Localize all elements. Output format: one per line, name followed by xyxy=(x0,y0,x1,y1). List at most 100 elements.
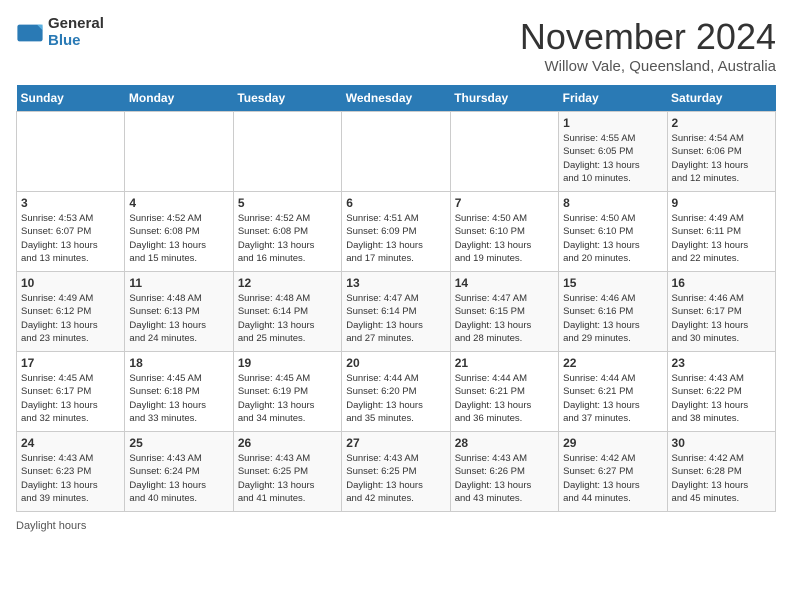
day-info: Sunrise: 4:45 AM Sunset: 6:19 PM Dayligh… xyxy=(238,372,337,425)
calendar-cell: 19Sunrise: 4:45 AM Sunset: 6:19 PM Dayli… xyxy=(233,352,341,432)
day-number: 11 xyxy=(129,276,228,290)
day-number: 15 xyxy=(563,276,662,290)
weekday-header-saturday: Saturday xyxy=(667,85,775,112)
day-number: 18 xyxy=(129,356,228,370)
weekday-header-wednesday: Wednesday xyxy=(342,85,450,112)
day-info: Sunrise: 4:43 AM Sunset: 6:23 PM Dayligh… xyxy=(21,452,120,505)
daylight-hours-legend: Daylight hours xyxy=(16,520,86,532)
day-number: 24 xyxy=(21,436,120,450)
day-info: Sunrise: 4:44 AM Sunset: 6:21 PM Dayligh… xyxy=(455,372,554,425)
week-row-5: 24 Sunrise: 4:43 AM Sunset: 6:23 PM Dayli… xyxy=(17,432,776,512)
day-number: 3 xyxy=(21,196,120,210)
calendar-cell: 27 Sunrise: 4:43 AM Sunset: 6:25 PM Dayli… xyxy=(342,432,450,512)
day-info: Sunrise: 4:51 AM Sunset: 6:09 PM Dayligh… xyxy=(346,212,445,265)
week-row-2: 3 Sunrise: 4:53 AM Sunset: 6:07 PM Daylig… xyxy=(17,192,776,272)
calendar-cell: 17Sunrise: 4:45 AM Sunset: 6:17 PM Dayli… xyxy=(17,352,125,432)
day-number: 5 xyxy=(238,196,337,210)
header: General Blue November 2024 Willow Vale, … xyxy=(16,16,776,75)
logo-text: General Blue xyxy=(48,16,104,49)
day-info: Sunrise: 4:47 AM Sunset: 6:15 PM Dayligh… xyxy=(455,292,554,345)
day-number: 21 xyxy=(455,356,554,370)
calendar-cell: 11 Sunrise: 4:48 AM Sunset: 6:13 PM Dayli… xyxy=(125,272,233,352)
month-title: November 2024 xyxy=(520,16,776,58)
calendar-cell: 21 Sunrise: 4:44 AM Sunset: 6:21 PM Dayli… xyxy=(450,352,558,432)
calendar-cell: 3 Sunrise: 4:53 AM Sunset: 6:07 PM Daylig… xyxy=(17,192,125,272)
logo-blue-text: Blue xyxy=(48,33,104,50)
day-info: Sunrise: 4:44 AM Sunset: 6:21 PM Dayligh… xyxy=(563,372,662,425)
weekday-header-tuesday: Tuesday xyxy=(233,85,341,112)
day-info: Sunrise: 4:53 AM Sunset: 6:07 PM Dayligh… xyxy=(21,212,120,265)
calendar-cell: 2Sunrise: 4:54 AM Sunset: 6:06 PM Daylig… xyxy=(667,112,775,192)
calendar-cell: 29 Sunrise: 4:42 AM Sunset: 6:27 PM Dayli… xyxy=(559,432,667,512)
location-subtitle: Willow Vale, Queensland, Australia xyxy=(520,58,776,75)
day-info: Sunrise: 4:52 AM Sunset: 6:08 PM Dayligh… xyxy=(238,212,337,265)
weekday-header-sunday: Sunday xyxy=(17,85,125,112)
day-number: 14 xyxy=(455,276,554,290)
day-number: 16 xyxy=(672,276,771,290)
calendar-cell: 16 Sunrise: 4:46 AM Sunset: 6:17 PM Dayli… xyxy=(667,272,775,352)
day-info: Sunrise: 4:42 AM Sunset: 6:27 PM Dayligh… xyxy=(563,452,662,505)
day-info: Sunrise: 4:43 AM Sunset: 6:26 PM Dayligh… xyxy=(455,452,554,505)
day-number: 25 xyxy=(129,436,228,450)
title-area: November 2024 Willow Vale, Queensland, A… xyxy=(520,16,776,75)
calendar-cell xyxy=(17,112,125,192)
logo: General Blue xyxy=(16,16,104,49)
day-info: Sunrise: 4:44 AM Sunset: 6:20 PM Dayligh… xyxy=(346,372,445,425)
day-info: Sunrise: 4:50 AM Sunset: 6:10 PM Dayligh… xyxy=(563,212,662,265)
day-number: 29 xyxy=(563,436,662,450)
day-number: 7 xyxy=(455,196,554,210)
calendar-cell: 10Sunrise: 4:49 AM Sunset: 6:12 PM Dayli… xyxy=(17,272,125,352)
day-number: 23 xyxy=(672,356,771,370)
calendar-cell: 7Sunrise: 4:50 AM Sunset: 6:10 PM Daylig… xyxy=(450,192,558,272)
weekday-header-friday: Friday xyxy=(559,85,667,112)
calendar-cell: 6Sunrise: 4:51 AM Sunset: 6:09 PM Daylig… xyxy=(342,192,450,272)
logo-icon xyxy=(16,19,44,47)
week-row-1: 1 Sunrise: 4:55 AM Sunset: 6:05 PM Daylig… xyxy=(17,112,776,192)
day-number: 27 xyxy=(346,436,445,450)
day-info: Sunrise: 4:49 AM Sunset: 6:11 PM Dayligh… xyxy=(672,212,771,265)
day-info: Sunrise: 4:47 AM Sunset: 6:14 PM Dayligh… xyxy=(346,292,445,345)
week-row-4: 17Sunrise: 4:45 AM Sunset: 6:17 PM Dayli… xyxy=(17,352,776,432)
day-info: Sunrise: 4:43 AM Sunset: 6:25 PM Dayligh… xyxy=(238,452,337,505)
calendar-cell: 4 Sunrise: 4:52 AM Sunset: 6:08 PM Daylig… xyxy=(125,192,233,272)
day-number: 1 xyxy=(563,116,662,130)
day-number: 9 xyxy=(672,196,771,210)
calendar-cell: 20 Sunrise: 4:44 AM Sunset: 6:20 PM Dayli… xyxy=(342,352,450,432)
week-row-3: 10Sunrise: 4:49 AM Sunset: 6:12 PM Dayli… xyxy=(17,272,776,352)
day-info: Sunrise: 4:43 AM Sunset: 6:25 PM Dayligh… xyxy=(346,452,445,505)
day-info: Sunrise: 4:49 AM Sunset: 6:12 PM Dayligh… xyxy=(21,292,120,345)
calendar-cell xyxy=(125,112,233,192)
weekday-header-monday: Monday xyxy=(125,85,233,112)
day-info: Sunrise: 4:42 AM Sunset: 6:28 PM Dayligh… xyxy=(672,452,771,505)
day-number: 30 xyxy=(672,436,771,450)
day-number: 4 xyxy=(129,196,228,210)
day-info: Sunrise: 4:52 AM Sunset: 6:08 PM Dayligh… xyxy=(129,212,228,265)
calendar-cell: 8Sunrise: 4:50 AM Sunset: 6:10 PM Daylig… xyxy=(559,192,667,272)
calendar-cell: 23 Sunrise: 4:43 AM Sunset: 6:22 PM Dayli… xyxy=(667,352,775,432)
day-info: Sunrise: 4:46 AM Sunset: 6:16 PM Dayligh… xyxy=(563,292,662,345)
weekday-header-row: SundayMondayTuesdayWednesdayThursdayFrid… xyxy=(17,85,776,112)
day-info: Sunrise: 4:43 AM Sunset: 6:24 PM Dayligh… xyxy=(129,452,228,505)
day-info: Sunrise: 4:55 AM Sunset: 6:05 PM Dayligh… xyxy=(563,132,662,185)
logo-general-text: General xyxy=(48,16,104,33)
calendar-cell: 15 Sunrise: 4:46 AM Sunset: 6:16 PM Dayli… xyxy=(559,272,667,352)
calendar-table: SundayMondayTuesdayWednesdayThursdayFrid… xyxy=(16,85,776,512)
legend-area: Daylight hours xyxy=(16,520,776,532)
calendar-cell: 25 Sunrise: 4:43 AM Sunset: 6:24 PM Dayli… xyxy=(125,432,233,512)
day-info: Sunrise: 4:46 AM Sunset: 6:17 PM Dayligh… xyxy=(672,292,771,345)
day-info: Sunrise: 4:45 AM Sunset: 6:17 PM Dayligh… xyxy=(21,372,120,425)
day-number: 12 xyxy=(238,276,337,290)
day-info: Sunrise: 4:54 AM Sunset: 6:06 PM Dayligh… xyxy=(672,132,771,185)
calendar-cell: 5 Sunrise: 4:52 AM Sunset: 6:08 PM Daylig… xyxy=(233,192,341,272)
calendar-cell: 30 Sunrise: 4:42 AM Sunset: 6:28 PM Dayli… xyxy=(667,432,775,512)
weekday-header-thursday: Thursday xyxy=(450,85,558,112)
calendar-cell: 28Sunrise: 4:43 AM Sunset: 6:26 PM Dayli… xyxy=(450,432,558,512)
day-info: Sunrise: 4:48 AM Sunset: 6:13 PM Dayligh… xyxy=(129,292,228,345)
calendar-cell: 12 Sunrise: 4:48 AM Sunset: 6:14 PM Dayli… xyxy=(233,272,341,352)
day-number: 20 xyxy=(346,356,445,370)
calendar-cell: 1 Sunrise: 4:55 AM Sunset: 6:05 PM Daylig… xyxy=(559,112,667,192)
calendar-cell: 14 Sunrise: 4:47 AM Sunset: 6:15 PM Dayli… xyxy=(450,272,558,352)
day-info: Sunrise: 4:43 AM Sunset: 6:22 PM Dayligh… xyxy=(672,372,771,425)
day-number: 26 xyxy=(238,436,337,450)
day-info: Sunrise: 4:48 AM Sunset: 6:14 PM Dayligh… xyxy=(238,292,337,345)
